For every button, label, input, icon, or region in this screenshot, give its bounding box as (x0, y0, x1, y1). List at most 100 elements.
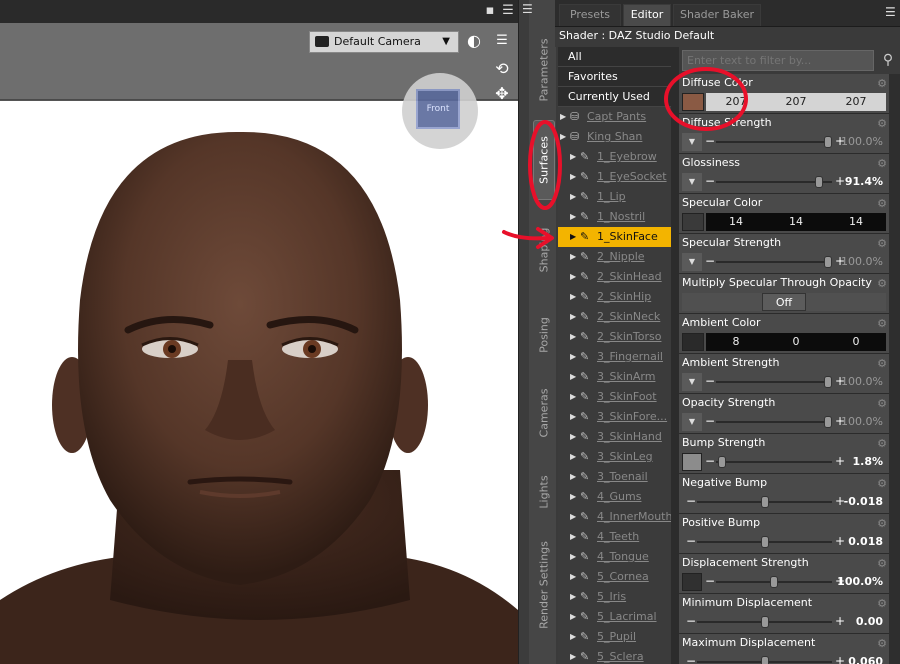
pin-icon[interactable]: ▪ (482, 3, 498, 19)
tree-surface-item[interactable]: ▶ ✎ 3_SkinFoot (558, 387, 671, 407)
tree-surface-item[interactable]: ▶ ✎ 1_SkinFace (558, 227, 671, 247)
minus-icon[interactable]: − (705, 253, 715, 270)
gear-icon[interactable]: ⚙ (877, 237, 887, 250)
specular-color-field[interactable]: 14 14 14 (682, 213, 886, 231)
panel-menu-icon[interactable]: ☰ (500, 3, 516, 19)
filter-favorites[interactable]: Favorites (558, 67, 671, 87)
camera-select[interactable]: Default Camera ▼ (309, 31, 459, 53)
slider[interactable]: ▼ − + 100.0% (682, 133, 886, 151)
view-cube-face[interactable]: Front (416, 89, 460, 129)
plus-icon[interactable]: + (835, 653, 845, 664)
expand-arrow-icon[interactable]: ▶ (570, 247, 576, 267)
expand-arrow-icon[interactable]: ▶ (560, 127, 566, 147)
expand-arrow-icon[interactable]: ▶ (570, 347, 576, 367)
tree-figure-item[interactable]: ▶ ⛁ Capt Pants (558, 107, 671, 127)
slider-knob[interactable] (760, 536, 769, 548)
slider-value[interactable]: 91.4% (845, 173, 883, 191)
expand-arrow-icon[interactable]: ▶ (570, 327, 576, 347)
render-area[interactable] (0, 101, 518, 664)
diffuse-color-field[interactable]: 207 207 207 (682, 93, 886, 111)
minus-icon[interactable]: − (705, 133, 715, 150)
gear-icon[interactable]: ⚙ (877, 557, 887, 570)
ambient-color-field[interactable]: 8 0 0 (682, 333, 886, 351)
expand-arrow-icon[interactable]: ▶ (570, 527, 576, 547)
slider[interactable]: ▼ − + 100.0% (682, 253, 886, 271)
slider-knob[interactable] (814, 176, 823, 188)
filter-currently-used[interactable]: Currently Used (558, 87, 671, 107)
map-dropdown[interactable]: ▼ (682, 253, 702, 271)
tree-surface-item[interactable]: ▶ ✎ 4_Gums (558, 487, 671, 507)
plus-icon[interactable]: + (835, 453, 845, 470)
view-cube[interactable]: Front (402, 73, 478, 149)
color-b[interactable]: 14 (826, 213, 886, 231)
color-r[interactable]: 14 (706, 213, 766, 231)
minus-icon[interactable]: − (705, 373, 715, 390)
tab-parameters[interactable]: Parameters (533, 28, 555, 112)
slider-knob[interactable] (760, 496, 769, 508)
tree-surface-item[interactable]: ▶ ✎ 3_SkinHand (558, 427, 671, 447)
tree-surface-item[interactable]: ▶ ✎ 2_Nipple (558, 247, 671, 267)
map-dropdown[interactable]: ▼ (682, 133, 702, 151)
slider-value[interactable]: 0.00 (856, 613, 883, 631)
tab-surfaces[interactable]: Surfaces (533, 120, 555, 200)
expand-arrow-icon[interactable]: ▶ (570, 607, 576, 627)
map-dropdown[interactable]: ▼ (682, 173, 702, 191)
gear-icon[interactable]: ⚙ (877, 357, 887, 370)
pane-menu-icon[interactable]: ☰ (522, 2, 533, 16)
bump-map-thumbnail[interactable] (682, 453, 702, 471)
slider[interactable]: − + -0.018 (682, 493, 886, 511)
tree-surface-item[interactable]: ▶ ✎ 2_SkinHead (558, 267, 671, 287)
color-b[interactable]: 0 (826, 333, 886, 351)
tree-surface-item[interactable]: ▶ ✎ 5_Pupil (558, 627, 671, 647)
tree-surface-item[interactable]: ▶ ✎ 3_SkinFore... (558, 407, 671, 427)
minus-icon[interactable]: − (686, 493, 696, 510)
minus-icon[interactable]: − (705, 573, 715, 590)
gear-icon[interactable]: ⚙ (877, 157, 887, 170)
slider[interactable]: − + 0.00 (682, 613, 886, 631)
tree-surface-item[interactable]: ▶ ✎ 1_Eyebrow (558, 147, 671, 167)
gear-icon[interactable]: ⚙ (877, 637, 887, 650)
displacement-map-thumbnail[interactable] (682, 573, 702, 591)
tree-surface-item[interactable]: ▶ ✎ 4_Tongue (558, 547, 671, 567)
tree-surface-item[interactable]: ▶ ✎ 1_EyeSocket (558, 167, 671, 187)
texture-swatch[interactable] (682, 93, 704, 111)
frame-icon[interactable]: ⛶ (491, 138, 513, 160)
expand-arrow-icon[interactable]: ▶ (560, 107, 566, 127)
expand-arrow-icon[interactable]: ▶ (570, 187, 576, 207)
expand-arrow-icon[interactable]: ▶ (570, 267, 576, 287)
slider[interactable]: − + 0.018 (682, 533, 886, 551)
color-r[interactable]: 207 (706, 93, 766, 111)
expand-arrow-icon[interactable]: ▶ (570, 407, 576, 427)
gear-icon[interactable]: ⚙ (877, 317, 887, 330)
slider-knob[interactable] (824, 416, 832, 428)
zoom-icon[interactable]: ⌕ (491, 108, 513, 130)
tree-surface-item[interactable]: ▶ ✎ 5_Iris (558, 587, 671, 607)
expand-arrow-icon[interactable]: ▶ (570, 307, 576, 327)
slider-value[interactable]: 1.8% (852, 453, 883, 471)
slider-value[interactable]: -0.018 (844, 493, 883, 511)
expand-arrow-icon[interactable]: ▶ (570, 547, 576, 567)
gear-icon[interactable]: ⚙ (877, 517, 887, 530)
slider[interactable]: − + 100.0% (682, 573, 886, 591)
expand-arrow-icon[interactable]: ▶ (570, 207, 576, 227)
tree-surface-item[interactable]: ▶ ✎ 2_SkinTorso (558, 327, 671, 347)
slider-knob[interactable] (824, 256, 832, 268)
tab-render-settings[interactable]: Render Settings (533, 530, 555, 640)
minus-icon[interactable]: − (705, 413, 715, 430)
gear-icon[interactable]: ⚙ (877, 277, 887, 290)
slider-value[interactable]: 100.0% (841, 133, 883, 151)
draw-style-icon[interactable]: ◐ (463, 30, 485, 52)
slider[interactable]: − + 1.8% (682, 453, 886, 471)
slider-value[interactable]: 100.0% (837, 573, 883, 591)
minus-icon[interactable]: − (705, 453, 715, 470)
expand-arrow-icon[interactable]: ▶ (570, 387, 576, 407)
expand-arrow-icon[interactable]: ▶ (570, 227, 576, 247)
tree-surface-item[interactable]: ▶ ✎ 3_SkinLeg (558, 447, 671, 467)
slider[interactable]: − + 0.060 (682, 653, 886, 664)
tab-editor[interactable]: Editor (623, 4, 671, 26)
gear-icon[interactable]: ⚙ (877, 437, 887, 450)
gear-icon[interactable]: ⚙ (877, 77, 887, 90)
plus-icon[interactable]: + (835, 533, 845, 550)
slider[interactable]: ▼ − + 100.0% (682, 413, 886, 431)
orbit-icon[interactable]: ⟲ (491, 58, 513, 80)
